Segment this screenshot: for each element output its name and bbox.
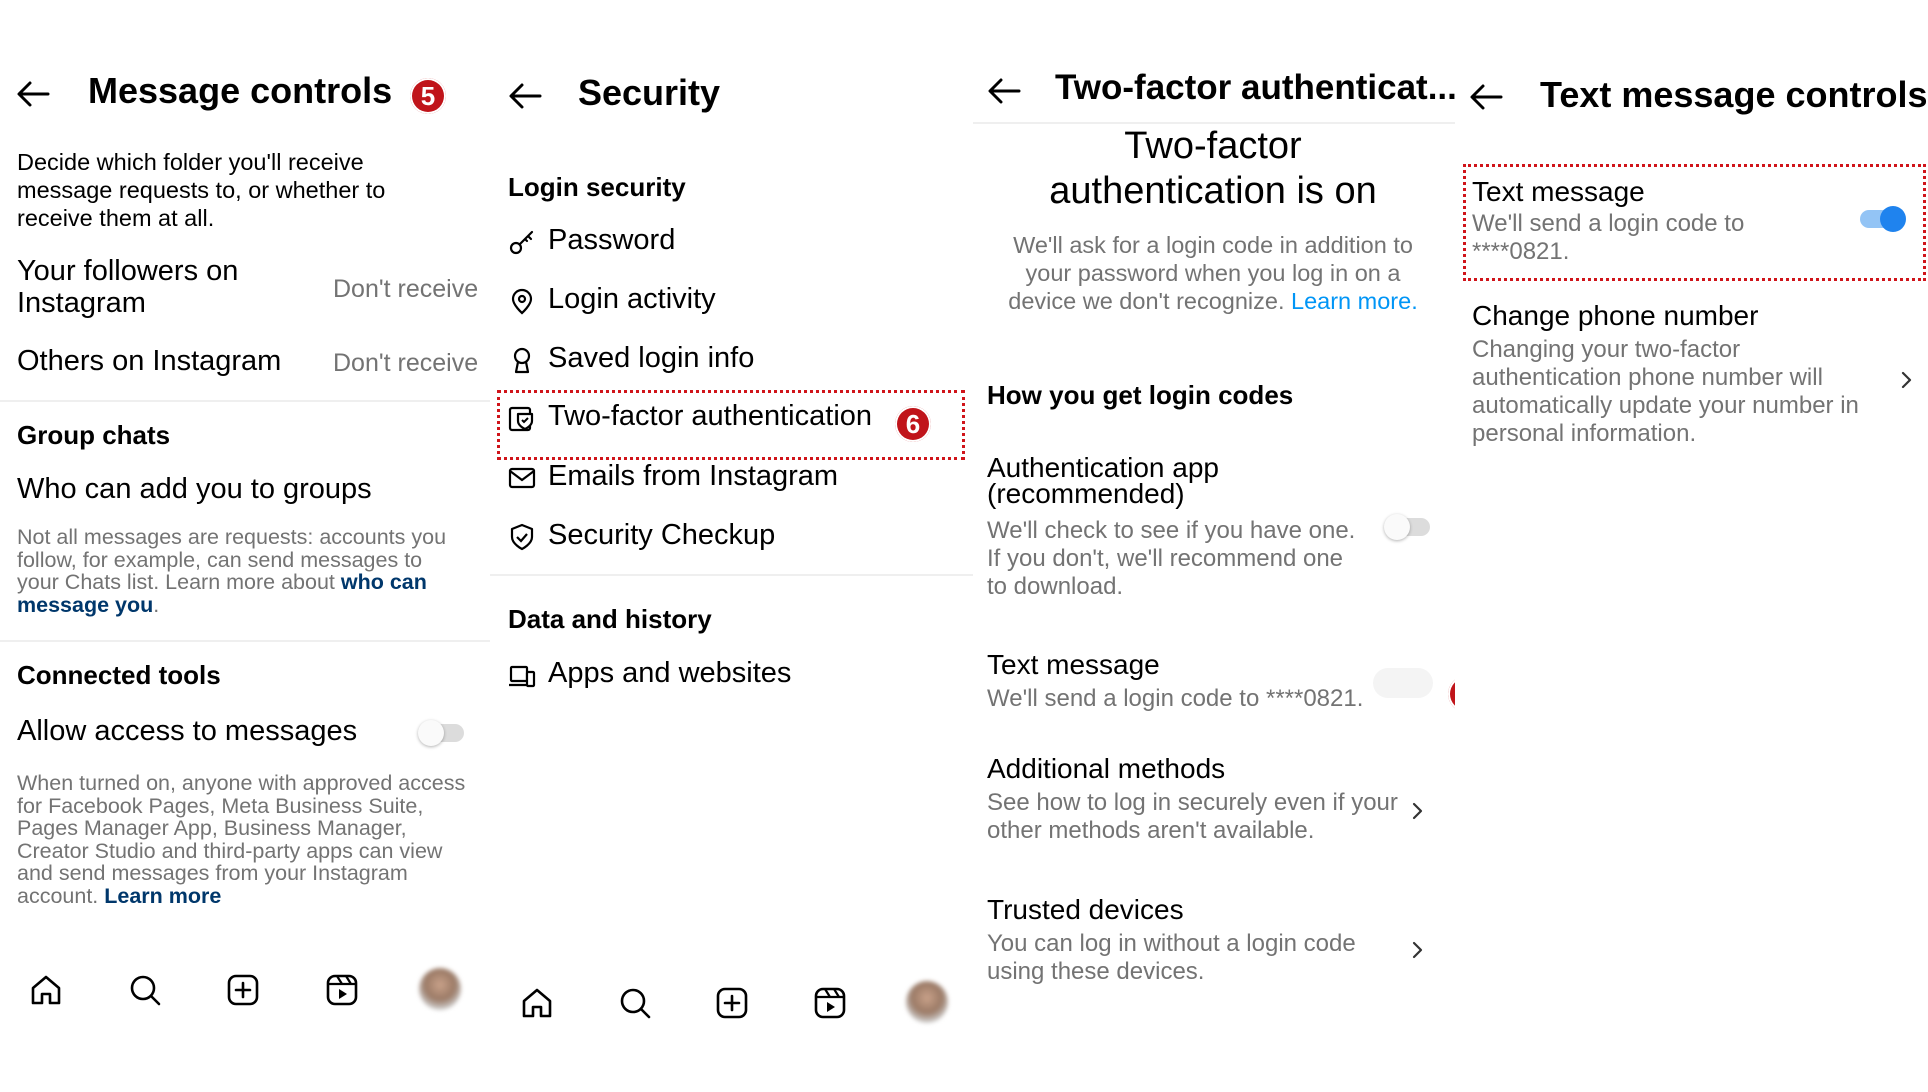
learn-more-link[interactable]: Learn more. xyxy=(1291,288,1418,314)
apps-websites-item[interactable]: Apps and websites xyxy=(508,657,948,697)
divider xyxy=(0,400,490,402)
divider xyxy=(0,640,490,642)
chevron-right-icon xyxy=(1412,941,1423,959)
saved-login-info-item[interactable]: Saved login info xyxy=(508,342,948,382)
group-chats-header: Group chats xyxy=(17,420,171,450)
laptop-phone-icon xyxy=(509,665,536,688)
text-message-title: Text message xyxy=(987,649,1160,680)
two-factor-headline: Two-factor authentication is on xyxy=(1049,125,1377,212)
two-factor-item[interactable]: Two-factor authentication xyxy=(508,400,948,440)
others-value: Don't receive xyxy=(333,349,479,377)
security-checkup-item[interactable]: Security Checkup xyxy=(508,519,948,559)
others-row[interactable]: Others on Instagram Don't receive xyxy=(0,345,490,385)
login-activity-item[interactable]: Login activity xyxy=(508,283,948,323)
toggle-knob xyxy=(1384,514,1410,540)
create-post-icon[interactable] xyxy=(226,973,260,1007)
auth-app-title: Authentication app (recommended) xyxy=(987,452,1219,509)
page-title: Two-factor authenticat... xyxy=(1055,68,1455,107)
step-badge: 7 xyxy=(1448,676,1455,712)
text-message-toggle[interactable] xyxy=(1860,206,1906,232)
message-controls-panel: Message controls 5 Decide which folder y… xyxy=(0,0,490,1092)
profile-avatar[interactable] xyxy=(419,968,461,1010)
location-pin-icon xyxy=(511,288,533,315)
text-message-row[interactable]: Text message We'll send a login code to … xyxy=(1472,176,1852,271)
text-message-description: We'll send a login code to ****0821. xyxy=(987,685,1364,712)
allow-access-label: Allow access to messages xyxy=(17,715,358,747)
back-arrow-icon[interactable] xyxy=(1469,83,1503,111)
two-factor-panel: Two-factor authenticat... Two-factor aut… xyxy=(973,0,1455,1092)
connected-tools-header: Connected tools xyxy=(17,660,221,690)
create-post-icon[interactable] xyxy=(715,986,749,1020)
password-item[interactable]: Password xyxy=(508,224,948,264)
mail-icon xyxy=(508,467,536,489)
password-label: Password xyxy=(548,224,676,256)
login-activity-label: Login activity xyxy=(548,283,716,315)
shield-check-icon xyxy=(508,406,534,432)
security-checkup-label: Security Checkup xyxy=(548,519,776,551)
reels-icon[interactable] xyxy=(813,986,847,1020)
chevron-right-icon xyxy=(1412,802,1423,820)
not-all-requests-text: Not all messages are requests: accounts … xyxy=(17,525,447,617)
auth-app-description: We'll check to see if you have one. If y… xyxy=(987,517,1356,600)
others-label: Others on Instagram xyxy=(17,345,282,377)
search-icon[interactable] xyxy=(128,973,162,1007)
shield-icon xyxy=(510,523,534,551)
add-groups-item[interactable]: Who can add you to groups xyxy=(17,473,372,506)
page-title: Security xyxy=(578,72,721,113)
change-phone-row[interactable]: Change phone number Changing your two-fa… xyxy=(1472,300,1922,450)
emails-item[interactable]: Emails from Instagram xyxy=(508,460,948,500)
text-message-toggle[interactable] xyxy=(1373,668,1433,698)
home-icon[interactable] xyxy=(520,986,554,1020)
additional-methods-row[interactable]: Additional methods See how to log in sec… xyxy=(987,753,1447,844)
reels-icon[interactable] xyxy=(325,973,359,1007)
page-title: Text message controls xyxy=(1540,74,1928,115)
change-phone-description: Changing your two-factor authentication … xyxy=(1472,336,1859,447)
back-arrow-icon[interactable] xyxy=(16,80,50,108)
followers-label: Your followers on Instagram xyxy=(17,255,239,319)
step-badge: 6 xyxy=(895,406,931,442)
divider xyxy=(490,574,973,576)
login-security-header: Login security xyxy=(508,172,686,202)
allow-access-description: When turned on, anyone with approved acc… xyxy=(17,771,466,908)
two-factor-label: Two-factor authentication xyxy=(548,400,873,432)
text-message-row[interactable]: Text message We'll send a login code to … xyxy=(987,649,1367,719)
toggle-knob xyxy=(1880,206,1906,232)
home-icon[interactable] xyxy=(29,973,63,1007)
profile-avatar[interactable] xyxy=(906,981,948,1023)
back-arrow-icon[interactable] xyxy=(508,82,542,110)
change-phone-title: Change phone number xyxy=(1472,300,1759,331)
chevron-right-icon xyxy=(1901,371,1912,389)
page-title: Message controls xyxy=(88,70,393,111)
additional-methods-description: See how to log in securely even if your … xyxy=(987,789,1398,844)
back-arrow-icon[interactable] xyxy=(987,77,1021,105)
trusted-devices-row[interactable]: Trusted devices You can log in without a… xyxy=(987,894,1447,985)
apps-websites-label: Apps and websites xyxy=(548,657,792,689)
step-badge: 5 xyxy=(410,78,446,114)
emails-label: Emails from Instagram xyxy=(548,460,839,492)
allow-access-toggle[interactable] xyxy=(418,720,464,746)
search-icon[interactable] xyxy=(618,986,652,1020)
how-login-codes-header: How you get login codes xyxy=(987,380,1294,410)
text-message-title: Text message xyxy=(1472,176,1645,207)
text-message-controls-panel: Text message controls Text message We'll… xyxy=(1455,0,1928,1092)
additional-methods-title: Additional methods xyxy=(987,753,1226,784)
toggle-knob xyxy=(418,720,444,746)
key-icon xyxy=(509,230,534,255)
text-message-description: We'll send a login code to ****0821. xyxy=(1472,210,1745,265)
trusted-devices-title: Trusted devices xyxy=(987,894,1184,925)
saved-login-info-label: Saved login info xyxy=(548,342,755,374)
intro-text: Decide which folder you'll receive messa… xyxy=(17,149,386,231)
followers-row[interactable]: Your followers on Instagram Don't receiv… xyxy=(0,255,490,325)
followers-value: Don't receive xyxy=(333,275,479,303)
trusted-devices-description: You can log in without a login code usin… xyxy=(987,930,1356,985)
auth-app-toggle[interactable] xyxy=(1384,514,1430,540)
data-history-header: Data and history xyxy=(508,604,712,634)
keyhole-icon xyxy=(513,347,531,374)
learn-more-link[interactable]: Learn more xyxy=(104,884,221,908)
security-panel: Security Login security Password Login a… xyxy=(490,0,973,1092)
auth-app-row[interactable]: Authentication app (recommended) We'll c… xyxy=(987,452,1447,605)
two-factor-description: We'll ask for a login code in addition t… xyxy=(1008,232,1418,314)
